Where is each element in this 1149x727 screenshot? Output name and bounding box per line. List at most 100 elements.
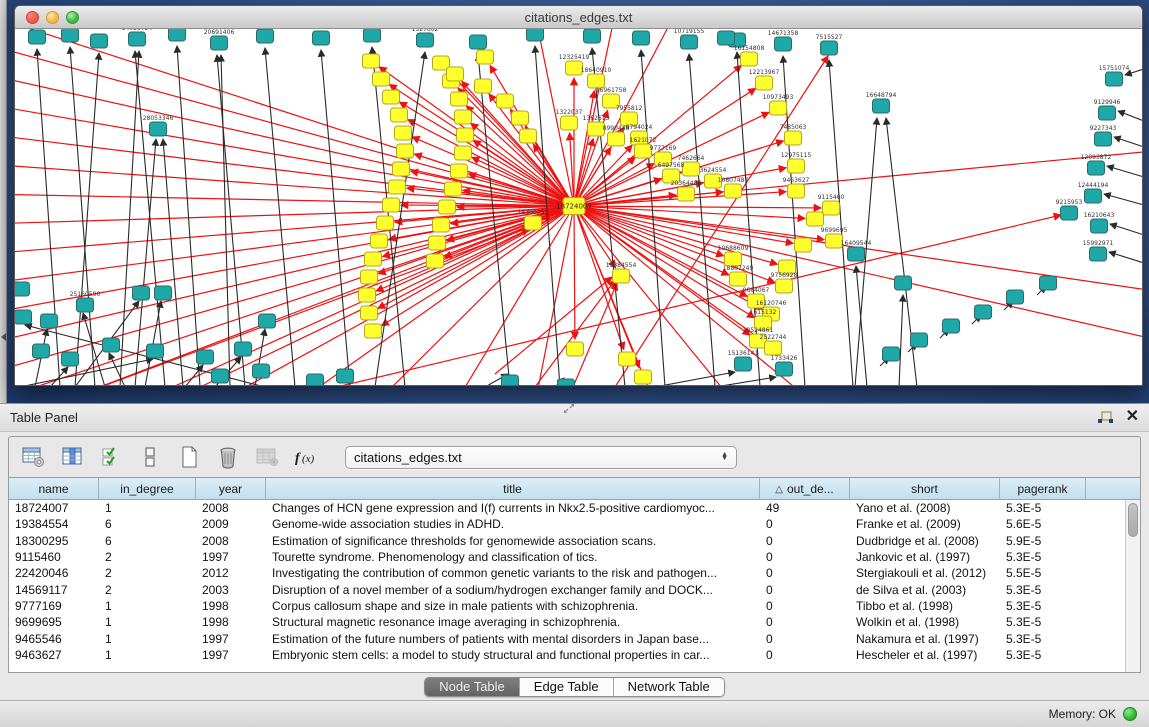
- network-node[interactable]: [197, 350, 214, 364]
- column-header-title[interactable]: title: [266, 478, 760, 500]
- network-node[interactable]: [765, 341, 782, 355]
- function-builder-button[interactable]: f(x): [292, 443, 320, 471]
- network-node[interactable]: [678, 187, 695, 201]
- network-node[interactable]: [735, 357, 752, 371]
- show-columns-button[interactable]: [58, 443, 86, 471]
- network-node[interactable]: [235, 342, 252, 356]
- network-node[interactable]: [365, 252, 382, 266]
- network-node[interactable]: [975, 305, 992, 319]
- network-node[interactable]: [41, 314, 58, 328]
- network-node[interactable]: [62, 352, 79, 366]
- network-node[interactable]: [169, 29, 186, 41]
- network-node[interactable]: [1088, 161, 1105, 175]
- close-panel-button[interactable]: ✕: [1126, 409, 1139, 425]
- minimize-window-button[interactable]: [46, 11, 59, 24]
- network-node[interactable]: [393, 162, 410, 176]
- network-node[interactable]: [359, 288, 376, 302]
- network-node[interactable]: [776, 279, 793, 293]
- network-node[interactable]: [567, 342, 584, 356]
- network-node[interactable]: [475, 79, 492, 93]
- network-node[interactable]: [455, 146, 472, 160]
- network-node[interactable]: [307, 374, 324, 386]
- network-node[interactable]: [741, 52, 758, 66]
- network-node[interactable]: [77, 298, 94, 312]
- table-row[interactable]: 946554611997Estimation of the future num…: [9, 630, 1125, 646]
- network-node[interactable]: [33, 344, 50, 358]
- network-node[interactable]: [150, 122, 167, 136]
- network-node[interactable]: [730, 272, 747, 286]
- network-canvas[interactable]: 1405572420691406106532671527602881305464…: [15, 29, 1143, 386]
- network-node[interactable]: [943, 319, 960, 333]
- panel-collapse-arrow-icon[interactable]: [1, 333, 6, 341]
- network-node[interactable]: [795, 238, 812, 252]
- network-node[interactable]: [718, 31, 735, 45]
- network-node[interactable]: [62, 29, 79, 42]
- table-row[interactable]: 2242004622012Investigating the contribut…: [9, 565, 1125, 581]
- network-node[interactable]: [883, 347, 900, 361]
- column-header-pagerank[interactable]: pagerank: [1000, 478, 1086, 500]
- window-titlebar[interactable]: citations_edges.txt: [15, 6, 1142, 29]
- network-node[interactable]: [445, 182, 462, 196]
- table-row[interactable]: 1456911722003Disruption of a novel membe…: [9, 581, 1125, 597]
- network-node[interactable]: [1007, 290, 1024, 304]
- column-header-name[interactable]: name: [9, 478, 99, 500]
- network-node[interactable]: [770, 101, 787, 115]
- network-node[interactable]: [1061, 206, 1078, 220]
- network-node[interactable]: [455, 110, 472, 124]
- table-row[interactable]: 969969511998Structural magnetic resonanc…: [9, 614, 1125, 630]
- network-node[interactable]: [633, 31, 650, 45]
- network-node[interactable]: [133, 286, 150, 300]
- network-node[interactable]: [873, 99, 890, 113]
- network-node[interactable]: [451, 92, 468, 106]
- network-node[interactable]: [429, 236, 446, 250]
- network-node[interactable]: [259, 314, 276, 328]
- network-node[interactable]: [1106, 72, 1123, 86]
- network-node[interactable]: [391, 108, 408, 122]
- network-node[interactable]: [520, 129, 537, 143]
- network-node[interactable]: [447, 67, 464, 81]
- network-node[interactable]: [417, 33, 434, 47]
- network-node[interactable]: [725, 252, 742, 266]
- float-panel-button[interactable]: [1097, 410, 1114, 425]
- delete-button[interactable]: [214, 443, 242, 471]
- network-node[interactable]: [1099, 106, 1116, 120]
- network-node[interactable]: [497, 94, 514, 108]
- network-node[interactable]: [608, 132, 625, 146]
- network-node[interactable]: [433, 218, 450, 232]
- network-node[interactable]: [365, 324, 382, 338]
- network-node[interactable]: [383, 198, 400, 212]
- import-table-button[interactable]: [253, 443, 281, 471]
- network-node[interactable]: [619, 352, 636, 366]
- network-node[interactable]: [895, 276, 912, 290]
- network-node[interactable]: [775, 37, 792, 51]
- network-node[interactable]: [91, 34, 108, 48]
- network-node[interactable]: [558, 379, 575, 386]
- select-all-button[interactable]: [97, 443, 125, 471]
- table-row[interactable]: 911546021997Tourette syndrome. Phenomeno…: [9, 549, 1125, 565]
- rows-button[interactable]: [136, 443, 164, 471]
- network-node[interactable]: [470, 35, 487, 49]
- network-node[interactable]: [788, 159, 805, 173]
- splitter-grip-icon[interactable]: [563, 404, 575, 413]
- network-node[interactable]: [371, 234, 388, 248]
- network-node[interactable]: [613, 269, 630, 283]
- column-header-out-de-[interactable]: △out_de...: [760, 478, 850, 500]
- table-row[interactable]: 946362711997Embryonic stem cells: a mode…: [9, 647, 1125, 663]
- network-node[interactable]: [1095, 132, 1112, 146]
- vertical-scrollbar[interactable]: [1125, 500, 1140, 672]
- network-node[interactable]: [588, 74, 605, 88]
- network-node[interactable]: [15, 310, 32, 324]
- network-node[interactable]: [756, 76, 773, 90]
- network-node[interactable]: [725, 184, 742, 198]
- network-node[interactable]: [635, 370, 652, 384]
- network-node[interactable]: [439, 200, 456, 214]
- network-node[interactable]: [502, 375, 519, 386]
- network-node[interactable]: [457, 128, 474, 142]
- network-node[interactable]: [1091, 219, 1108, 233]
- network-node[interactable]: [212, 369, 229, 383]
- table-settings-button[interactable]: [19, 443, 47, 471]
- network-node[interactable]: [361, 306, 378, 320]
- table-row[interactable]: 1938455462009Genome-wide association stu…: [9, 516, 1125, 532]
- new-file-button[interactable]: [175, 443, 203, 471]
- network-node[interactable]: [776, 362, 793, 376]
